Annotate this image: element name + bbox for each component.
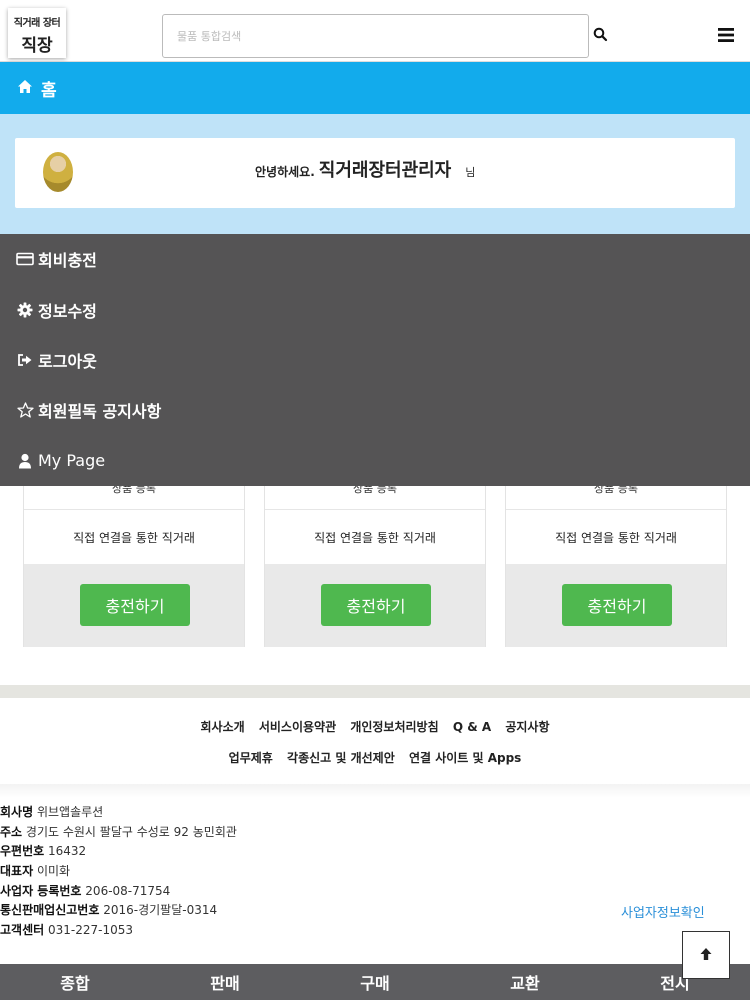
greeting-text: 안녕하세요. [255,165,315,179]
business-info-link[interactable]: 사업자정보확인 [621,902,705,921]
company-info-line: 통신판매업신고번호 2016-경기팔달-0314 [0,901,500,921]
footer-link-about[interactable]: 회사소개 [200,720,244,734]
product-card: 상품 등록 직접 연결을 통한 직거래 충전하기 [23,486,245,647]
card-title-strip: 상품 등록 [506,486,726,510]
welcome-message: 안녕하세요. 직거래장터관리자 님 [255,156,475,182]
menu-item-label: 회비충전 [38,251,97,271]
footer-link-report[interactable]: 각종신고 및 개선제안 [287,751,395,765]
footer-link-qna[interactable]: Q & A [453,720,491,734]
home-bar[interactable]: 홈 [0,62,750,114]
info-value: 2016-경기팔달-0314 [103,903,218,918]
company-info-line: 주소 경기도 수원시 팔달구 수성로 92 농민회관 [0,823,500,843]
info-value: 206-08-71754 [85,883,171,898]
menu-item-notice[interactable]: 회원필독 공지사항 [0,385,750,435]
info-value: 031-227-1053 [48,923,134,938]
company-info-line: 고객센터 031-227-1053 [0,921,500,941]
company-info: 회사명 위브앱솔루션 주소 경기도 수원시 팔달구 수성로 92 농민회관 우편… [0,803,500,941]
info-value: 이미화 [36,864,71,879]
footer-links: 회사소개 서비스이용약관 개인정보처리방침 Q & A 공지사항 업무제휴 각종… [0,698,750,784]
star-icon [15,401,35,419]
info-key: 통신판매업신고번호 [0,903,100,918]
company-info-line: 우편번호 16432 [0,842,500,862]
tab-exchange[interactable]: 교환 [450,964,600,1000]
company-info-line: 대표자 이미화 [0,862,500,882]
footer-link-terms[interactable]: 서비스이용약관 [259,720,336,734]
username: 직거래장터관리자 [318,160,452,181]
menu-item-label: 정보수정 [38,301,97,321]
footer-link-apps[interactable]: 연결 사이트 및 Apps [409,751,521,765]
logout-icon [15,351,35,369]
search-icon[interactable] [592,26,610,44]
charge-button[interactable]: 충전하기 [80,584,190,626]
info-value: 경기도 수원시 팔달구 수성로 92 농민회관 [25,824,237,839]
info-value: 16432 [48,844,87,859]
card-title-strip: 상품 등록 [24,486,244,510]
footer-link-partnership[interactable]: 업무제휴 [229,751,273,765]
search-input[interactable] [163,15,588,57]
card-title: 상품 등록 [112,486,156,495]
card-description: 직접 연결을 통한 직거래 [314,530,436,545]
tab-overall[interactable]: 종합 [0,964,150,1000]
tab-sell[interactable]: 판매 [150,964,300,1000]
user-dropdown-menu: 회비충전 정보수정 로그아웃 회원필독 공지사항 My Page [0,234,750,486]
menu-item-charge[interactable]: 회비충전 [0,234,750,284]
product-card: 상품 등록 직접 연결을 통한 직거래 충전하기 [505,486,727,647]
product-card: 상품 등록 직접 연결을 통한 직거래 충전하기 [264,486,486,647]
menu-item-mypage[interactable]: My Page [0,436,750,486]
footer-shadow [0,784,750,798]
card-title-strip: 상품 등록 [265,486,485,510]
footer-links-row: 업무제휴 각종신고 및 개선제안 연결 사이트 및 Apps [0,749,750,766]
welcome-card: 안녕하세요. 직거래장터관리자 님 [15,138,735,208]
logo-subtitle: 직거래 장터 [13,18,61,29]
avatar [43,152,73,192]
card-description: 직접 연결을 통한 직거래 [73,530,195,545]
site-logo[interactable]: 직거래 장터 직장 [8,8,66,58]
tab-buy[interactable]: 구매 [300,964,450,1000]
company-info-line: 회사명 위브앱솔루션 [0,803,500,823]
info-key: 사업자 등록번호 [0,883,82,898]
info-key: 대표자 [0,864,34,879]
card-button-area: 충전하기 [506,564,726,647]
credit-card-icon [15,250,35,268]
header: 직거래 장터 직장 [0,0,750,62]
footer-link-notice[interactable]: 공지사항 [505,720,549,734]
charge-button[interactable]: 충전하기 [562,584,672,626]
home-label: 홈 [41,80,57,101]
footer-link-privacy[interactable]: 개인정보처리방침 [350,720,438,734]
footer-links-row: 회사소개 서비스이용약관 개인정보처리방침 Q & A 공지사항 [0,718,750,735]
menu-item-label: My Page [38,451,106,471]
section-divider [0,685,750,698]
honorific-suffix: 님 [465,166,476,179]
card-title: 상품 등록 [594,486,638,495]
card-description: 직접 연결을 통한 직거래 [555,530,677,545]
welcome-area: 안녕하세요. 직거래장터관리자 님 [0,114,750,234]
info-key: 회사명 [0,805,34,819]
card-button-area: 충전하기 [265,564,485,647]
user-icon [15,452,35,470]
menu-item-label: 회원필독 공지사항 [38,402,162,422]
logo-title: 직장 [21,36,53,56]
card-title: 상품 등록 [353,486,397,495]
gear-icon [15,301,35,319]
search-box [162,14,589,58]
info-key: 우편번호 [0,844,45,859]
info-key: 고객센터 [0,923,45,938]
product-cards: 상품 등록 직접 연결을 통한 직거래 충전하기 상품 등록 직접 연결을 통한… [0,486,750,648]
menu-item-label: 로그아웃 [38,351,97,371]
hamburger-icon[interactable] [717,27,735,43]
home-icon [17,79,33,98]
company-info-line: 사업자 등록번호 206-08-71754 [0,882,500,902]
bottom-nav: 종합 판매 구매 교환 전시 [0,964,750,1000]
scroll-top-button[interactable] [682,931,730,979]
charge-button[interactable]: 충전하기 [321,584,431,626]
menu-item-logout[interactable]: 로그아웃 [0,335,750,385]
page: 직거래 장터 직장 홈 [0,0,750,1000]
arrow-up-icon [699,946,713,965]
menu-item-edit-info[interactable]: 정보수정 [0,284,750,334]
info-key: 주소 [0,824,23,839]
card-button-area: 충전하기 [24,564,244,647]
info-value: 위브앱솔루션 [36,805,104,819]
